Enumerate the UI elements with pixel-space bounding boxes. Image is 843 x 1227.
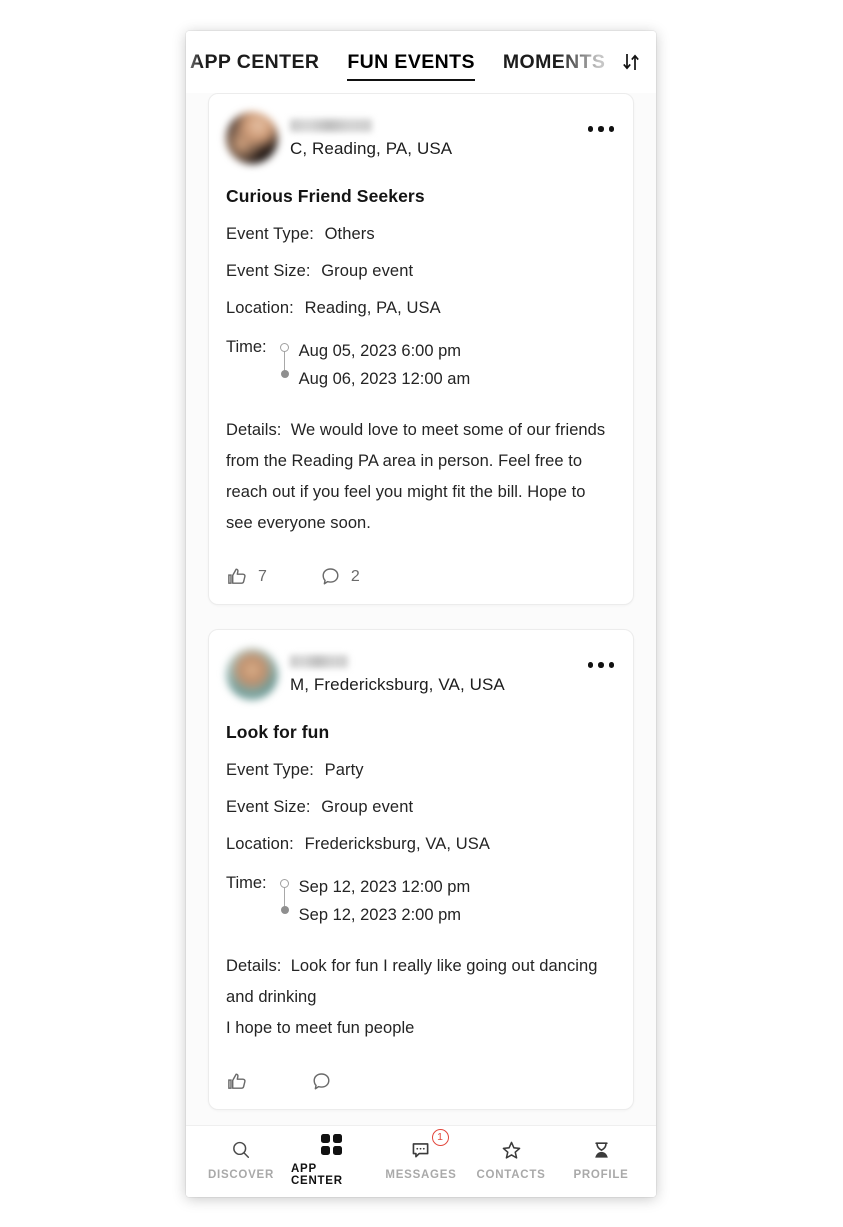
nav-label-contacts: CONTACTS [476, 1169, 546, 1181]
star-icon [500, 1138, 523, 1162]
card-header: C, Reading, PA, USA [226, 112, 616, 168]
event-card[interactable]: C, Reading, PA, USA Curious Friend Seeke… [208, 93, 634, 606]
event-type-row: Event Type: Others [226, 225, 616, 244]
event-time-label: Time: [226, 338, 267, 356]
top-tab-bar: APP CENTER FUN EVENTS MOMENTS [186, 31, 656, 93]
event-title: Look for fun [226, 722, 330, 743]
event-feed: C, Reading, PA, USA Curious Friend Seeke… [186, 93, 656, 1125]
nav-item-discover[interactable]: DISCOVER [201, 1138, 281, 1181]
tab-app-center[interactable]: APP CENTER [186, 31, 333, 93]
tab-moments[interactable]: MOMENTS [489, 31, 619, 93]
tab-moments-label: MOMENTS [502, 50, 606, 73]
event-location-value: Fredericksburg, VA, USA [304, 835, 490, 854]
event-details-label: Details: [226, 421, 282, 440]
event-details-extra: I hope to meet fun people [226, 1019, 415, 1038]
username-redacted [290, 655, 348, 669]
tab-fun-events-label: FUN EVENTS [347, 50, 475, 73]
person-icon [590, 1138, 613, 1162]
event-size-label: Event Size: [226, 262, 311, 280]
user-handle: C, Reading, PA, USA [290, 139, 453, 158]
event-location-value: Reading, PA, USA [304, 299, 441, 317]
chat-icon: 1 [410, 1129, 449, 1162]
event-location-label: Location: [226, 835, 294, 854]
username-redacted [290, 119, 372, 132]
avatar[interactable] [226, 648, 278, 701]
event-time-row: Time: Aug 05, 2023 6:00 pm Aug 06, 2023 … [226, 337, 616, 393]
card-actions: 7 2 [226, 565, 616, 590]
event-location-row: Location: Reading, PA, USA [226, 299, 616, 318]
nav-label-app-center: APP CENTER [291, 1163, 343, 1187]
event-size-row: Event Size: Group event [226, 262, 616, 281]
card-actions [226, 1070, 616, 1095]
event-details: Details: We would love to meet some of o… [226, 415, 616, 539]
thumbs-up-icon [228, 568, 246, 585]
event-size-value: Group event [321, 262, 414, 280]
event-type-row: Event Type: Party [226, 761, 616, 780]
avatar[interactable] [226, 112, 278, 164]
more-options-icon[interactable] [586, 656, 617, 674]
like-count: 7 [258, 567, 267, 585]
nav-label-profile: PROFILE [573, 1169, 629, 1181]
nav-item-profile[interactable]: PROFILE [561, 1138, 641, 1181]
nav-item-messages[interactable]: 1 MESSAGES [381, 1129, 461, 1181]
comment-bubble-icon [313, 1073, 330, 1090]
tab-fun-events[interactable]: FUN EVENTS [333, 31, 489, 93]
event-details-label: Details: [226, 957, 282, 976]
nav-item-contacts[interactable]: CONTACTS [471, 1138, 551, 1181]
user-handle: M, Fredericksburg, VA, USA [290, 675, 505, 695]
grid-icon [320, 1132, 342, 1156]
comment-button[interactable] [310, 1070, 342, 1093]
event-time-end: Aug 06, 2023 12:00 am [298, 370, 471, 389]
phone-frame: APP CENTER FUN EVENTS MOMENTS C, Reading… [186, 31, 656, 1197]
event-details-text: We would love to meet some of our friend… [226, 421, 606, 533]
event-time-end: Sep 12, 2023 2:00 pm [298, 906, 462, 925]
bottom-navigation: DISCOVER APP CENTER 1 MESSAGES CONTACTS … [186, 1125, 656, 1197]
event-type-value: Party [324, 761, 364, 780]
active-tab-underline [347, 78, 475, 81]
event-type-value: Others [324, 225, 375, 243]
like-button[interactable] [226, 1070, 258, 1093]
card-header: M, Fredericksburg, VA, USA [226, 648, 616, 704]
nav-label-messages: MESSAGES [385, 1169, 457, 1181]
event-location-label: Location: [226, 299, 294, 317]
search-icon [230, 1138, 252, 1162]
card-header-text: C, Reading, PA, USA [290, 112, 452, 159]
like-button[interactable]: 7 [226, 565, 267, 588]
event-time-values: Sep 12, 2023 12:00 pm Sep 12, 2023 2:00 … [299, 873, 471, 929]
event-size-row: Event Size: Group event [226, 798, 616, 817]
event-time-start: Sep 12, 2023 12:00 pm [298, 878, 471, 897]
screenshot-root: APP CENTER FUN EVENTS MOMENTS C, Reading… [0, 0, 843, 1227]
tab-app-center-label: APP CENTER [190, 50, 320, 73]
comment-bubble-icon [322, 568, 339, 585]
event-time-row: Time: Sep 12, 2023 12:00 pm Sep 12, 2023… [226, 873, 616, 929]
event-size-label: Event Size: [226, 798, 311, 817]
event-location-row: Location: Fredericksburg, VA, USA [226, 835, 616, 854]
event-details-text: Look for fun I really like going out dan… [226, 957, 598, 1007]
event-title: Curious Friend Seekers [226, 186, 425, 206]
event-type-label: Event Type: [226, 225, 314, 243]
event-type-label: Event Type: [226, 761, 314, 780]
comment-count: 2 [350, 567, 360, 585]
nav-item-app-center[interactable]: APP CENTER [291, 1132, 371, 1187]
more-options-icon[interactable] [586, 120, 617, 138]
comment-button[interactable]: 2 [319, 565, 360, 588]
sort-arrows-icon[interactable] [618, 49, 644, 75]
event-size-value: Group event [321, 798, 414, 817]
thumbs-up-icon [228, 1073, 246, 1090]
event-details: Details: Look for fun I really like goin… [226, 951, 616, 1044]
event-card[interactable]: M, Fredericksburg, VA, USA Look for fun … [208, 629, 634, 1111]
messages-badge: 1 [431, 1129, 449, 1146]
event-time-label: Time: [226, 874, 267, 893]
nav-label-discover: DISCOVER [207, 1169, 275, 1181]
timeline-marker-icon [277, 873, 293, 929]
card-header-text: M, Fredericksburg, VA, USA [290, 648, 505, 695]
timeline-marker-icon [277, 337, 293, 393]
event-time-start: Aug 05, 2023 6:00 pm [298, 342, 462, 360]
event-time-values: Aug 05, 2023 6:00 pm Aug 06, 2023 12:00 … [299, 337, 471, 393]
